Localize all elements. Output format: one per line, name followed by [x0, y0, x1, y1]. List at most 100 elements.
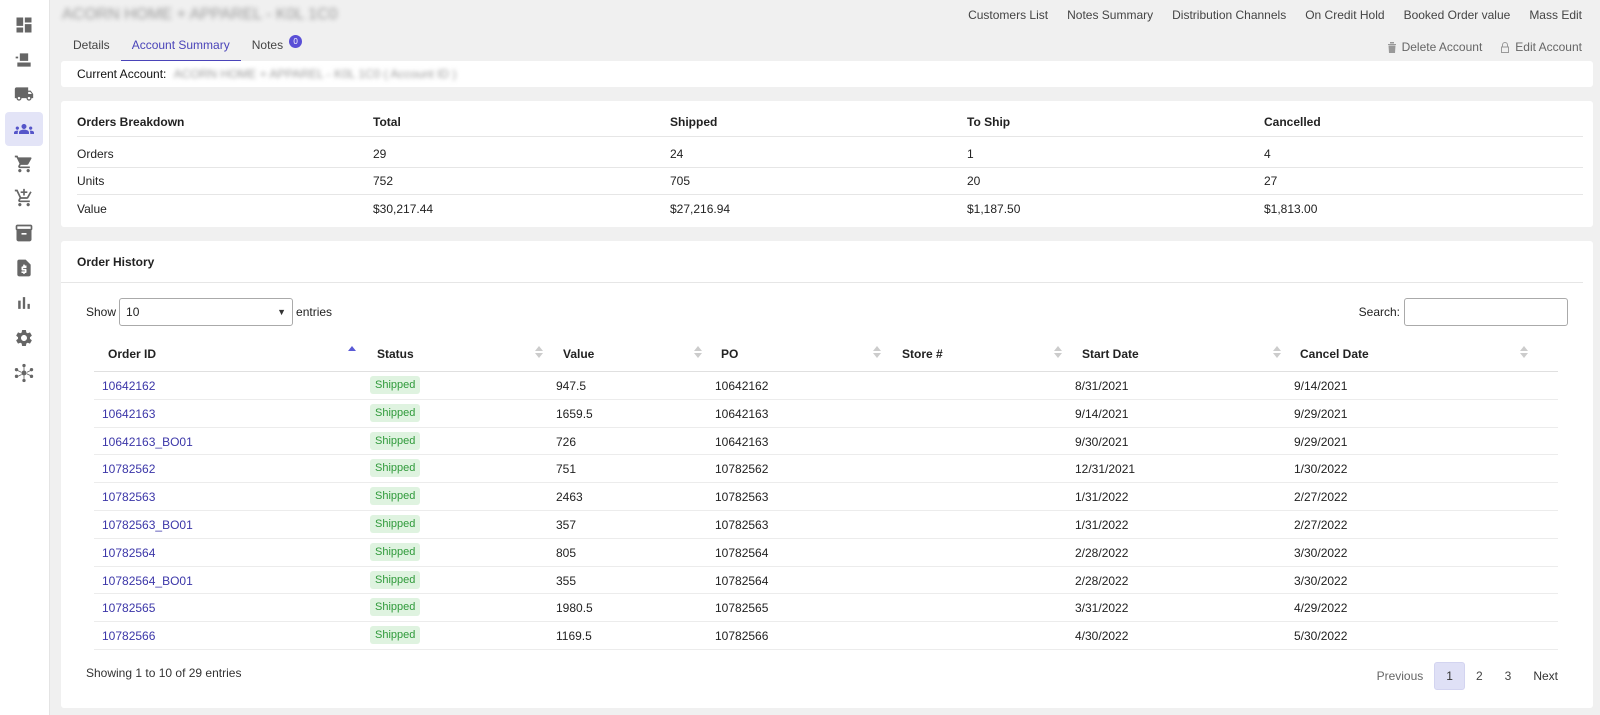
table-row: 10782563_BO01 Shipped 357 10782563 1/31/… [94, 511, 1558, 539]
table-row: 10642162 Shipped 947.5 10642162 8/31/202… [94, 372, 1558, 400]
sidebar-item-orders[interactable] [5, 147, 43, 181]
delete-account-button[interactable]: Delete Account [1387, 40, 1482, 54]
order-cancel-date: 9/29/2021 [1294, 434, 1348, 449]
tab-label: Notes [251, 38, 284, 52]
page-3-button[interactable]: 3 [1494, 662, 1523, 690]
column-header-cancel-date[interactable]: Cancel Date [1300, 347, 1369, 361]
on-credit-hold-link[interactable]: On Credit Hold [1305, 8, 1384, 22]
customers-list-link[interactable]: Customers List [968, 8, 1048, 22]
table-row: 10782566 Shipped 1169.5 10782566 4/30/20… [94, 622, 1558, 650]
order-id-link[interactable]: 10642163_BO01 [102, 435, 193, 449]
order-start-date: 8/31/2021 [1075, 379, 1129, 393]
sort-icon[interactable] [1054, 346, 1062, 358]
order-id-link[interactable]: 10782563_BO01 [102, 518, 193, 532]
breakdown-cell: 4 [1264, 147, 1271, 161]
tab-notes[interactable]: Notes 0 [241, 34, 303, 62]
sort-asc-icon[interactable] [348, 346, 356, 358]
search-control: Search: [1359, 298, 1568, 326]
order-id-link[interactable]: 10782563 [102, 490, 155, 504]
order-history-title: Order History [77, 255, 155, 269]
page-size-select[interactable]: 10 ▼ [119, 298, 294, 326]
table-row: 10782562 Shipped 751 10782562 12/31/2021… [94, 455, 1558, 484]
order-id-link[interactable]: 10782562 [102, 462, 155, 476]
order-po: 10642163 [715, 406, 769, 421]
tab-account-summary[interactable]: Account Summary [120, 34, 241, 62]
order-start-date: 1/31/2022 [1075, 490, 1129, 505]
gear-icon [16, 330, 32, 346]
tab-label: Details [73, 38, 110, 52]
column-header-order-id[interactable]: Order ID [108, 347, 156, 361]
column-header-start-date[interactable]: Start Date [1082, 347, 1139, 361]
edit-account-label: Edit Account [1515, 40, 1582, 54]
mass-edit-link[interactable]: Mass Edit [1529, 8, 1582, 22]
breakdown-row-value: Value $30,217.44 $27,216.94 $1,187.50 $1… [77, 195, 1583, 222]
column-header-po[interactable]: PO [721, 347, 738, 361]
search-input[interactable] [1404, 298, 1568, 326]
current-account-bar: Current Account: ACORN HOME + APPAREL - … [61, 61, 1593, 87]
sort-icon[interactable] [535, 346, 543, 358]
lock-icon [1501, 41, 1510, 53]
order-id-link[interactable]: 10782566 [102, 629, 155, 643]
column-header-status[interactable]: Status [377, 347, 414, 361]
tab-label: Account Summary [131, 38, 230, 52]
sidebar-item-archive[interactable] [5, 216, 43, 250]
sidebar-item-shipping[interactable] [5, 77, 43, 111]
breakdown-cell: $30,217.44 [373, 201, 434, 216]
previous-page-button[interactable]: Previous [1366, 662, 1435, 690]
sidebar-item-inbox[interactable] [5, 43, 43, 77]
order-po: 10782563 [715, 517, 769, 532]
column-header-value[interactable]: Value [563, 347, 594, 361]
sidebar-item-settings[interactable] [5, 321, 43, 355]
sidebar-item-new-order[interactable] [5, 181, 43, 215]
order-start-date: 3/31/2022 [1075, 601, 1129, 616]
order-start-date: 12/31/2021 [1075, 462, 1136, 477]
tab-details[interactable]: Details [62, 34, 121, 62]
edit-account-button[interactable]: Edit Account [1500, 40, 1582, 54]
page-2-button[interactable]: 2 [1465, 662, 1494, 690]
order-po: 10782564 [715, 545, 769, 560]
current-account-label: Current Account: [77, 67, 167, 81]
cart-add-icon [14, 188, 32, 207]
inbox-icon [15, 53, 31, 67]
sidebar-item-invoices[interactable] [5, 251, 43, 285]
next-page-button[interactable]: Next [1522, 662, 1569, 690]
distribution-channels-link[interactable]: Distribution Channels [1172, 8, 1286, 22]
order-value: 1169.5 [556, 629, 592, 644]
divider [61, 282, 1583, 283]
order-po: 10642163 [715, 434, 769, 449]
account-actions: Delete Account Edit Account [1387, 40, 1582, 54]
breakdown-cell: Value [77, 201, 107, 216]
breakdown-header: To Ship [967, 114, 1011, 129]
breakdown-cell: $1,813.00 [1264, 201, 1318, 216]
order-cancel-date: 9/14/2021 [1294, 379, 1348, 393]
column-header-store[interactable]: Store # [902, 347, 943, 361]
sort-icon[interactable] [694, 346, 702, 358]
order-po: 10782562 [715, 462, 769, 477]
page-size-control: Show 10 ▼ entries [86, 298, 332, 326]
sidebar-item-dashboard[interactable] [5, 8, 43, 42]
sidebar-item-reports[interactable] [5, 286, 43, 320]
status-badge: Shipped [370, 487, 421, 506]
order-id-link[interactable]: 10782564_BO01 [102, 574, 193, 588]
booked-order-value-link[interactable]: Booked Order value [1404, 8, 1511, 22]
order-id-link[interactable]: 10642162 [102, 379, 155, 393]
status-badge: Shipped [370, 376, 421, 394]
entries-label: entries [296, 305, 333, 319]
sidebar-item-customers[interactable] [5, 112, 43, 146]
order-id-link[interactable]: 10782565 [102, 601, 155, 615]
order-po: 10782563 [715, 490, 769, 505]
order-id-link[interactable]: 10782564 [102, 546, 155, 560]
page-1-button[interactable]: 1 [1434, 662, 1465, 690]
archive-icon [15, 224, 33, 242]
notes-summary-link[interactable]: Notes Summary [1067, 8, 1153, 22]
order-id-link[interactable]: 10642163 [102, 407, 155, 421]
sort-icon[interactable] [1273, 346, 1281, 358]
breakdown-header: Shipped [670, 114, 718, 129]
sort-icon[interactable] [1520, 346, 1528, 358]
sidebar-item-integrations[interactable] [5, 356, 43, 390]
order-cancel-date: 5/30/2022 [1294, 629, 1348, 644]
table-row: 10642163_BO01 Shipped 726 10642163 9/30/… [94, 428, 1558, 456]
order-value: 726 [556, 434, 577, 449]
breakdown-cell: $1,187.50 [967, 201, 1021, 216]
sort-icon[interactable] [873, 346, 881, 358]
